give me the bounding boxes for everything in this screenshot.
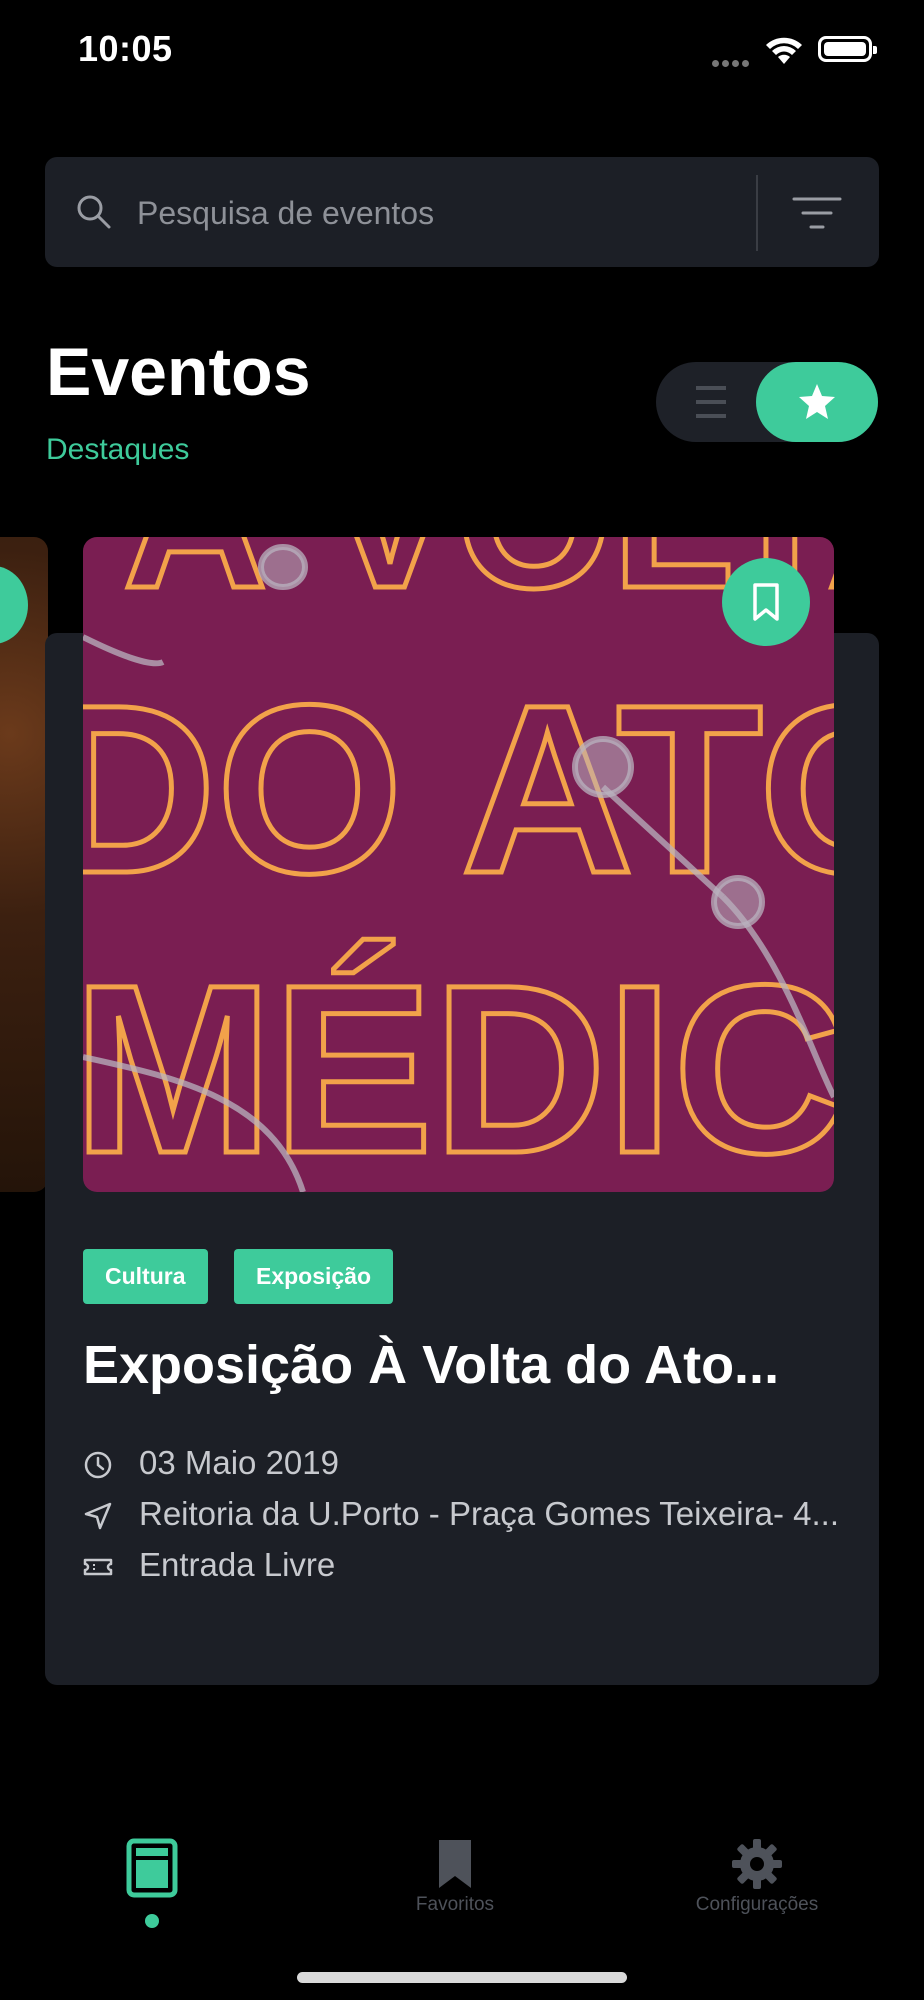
event-date: 03 Maio 2019: [139, 1444, 339, 1481]
event-title[interactable]: Exposição À Volta do Ato...: [83, 1334, 779, 1396]
bookmark-icon: [439, 1840, 471, 1888]
nav-settings-label: Configurações: [695, 1894, 819, 1915]
ticket-icon: [83, 1558, 113, 1576]
search-icon: [77, 195, 111, 229]
poster-line-3: MÉDICO: [83, 935, 834, 1192]
wifi-icon: [766, 37, 802, 64]
search-bar: [45, 157, 879, 269]
battery-icon: [818, 36, 877, 62]
page-subtitle: Destaques: [46, 433, 190, 466]
nav-active-indicator: [145, 1914, 159, 1928]
tag-exposicao[interactable]: Exposição: [234, 1249, 394, 1304]
nav-events[interactable]: [118, 1838, 186, 1898]
cellular-signal-icon: [712, 54, 752, 72]
nav-settings[interactable]: Configurações: [672, 1838, 842, 1916]
events-icon: [126, 1838, 178, 1898]
location-arrow-icon: [84, 1502, 112, 1530]
event-poster-image: À VOLTA DO ATO MÉDICO: [83, 537, 834, 1192]
nav-favorites[interactable]: Favoritos: [380, 1838, 530, 1916]
home-indicator[interactable]: [297, 1972, 627, 1983]
event-price: Entrada Livre: [139, 1546, 336, 1583]
list-view-icon[interactable]: [676, 380, 746, 424]
view-mode-toggle: [656, 362, 878, 442]
page-title: Eventos: [46, 334, 311, 410]
search-divider: [756, 175, 758, 251]
filter-icon[interactable]: [790, 191, 844, 235]
search-input[interactable]: [135, 157, 779, 269]
event-location: Reitoria da U.Porto - Praça Gomes Teixei…: [139, 1495, 839, 1532]
bookmark-button[interactable]: [722, 558, 810, 646]
gear-icon: [732, 1839, 782, 1889]
nav-favorites-label: Favoritos: [415, 1894, 495, 1915]
poster-artwork: À VOLTA DO ATO MÉDICO: [83, 537, 834, 1192]
featured-view-button[interactable]: [756, 362, 878, 442]
clock-icon: [84, 1451, 112, 1479]
status-time: 10:05: [78, 28, 173, 69]
bookmark-icon: [753, 583, 779, 621]
tag-cultura[interactable]: Cultura: [83, 1249, 208, 1304]
star-icon: [799, 384, 835, 419]
